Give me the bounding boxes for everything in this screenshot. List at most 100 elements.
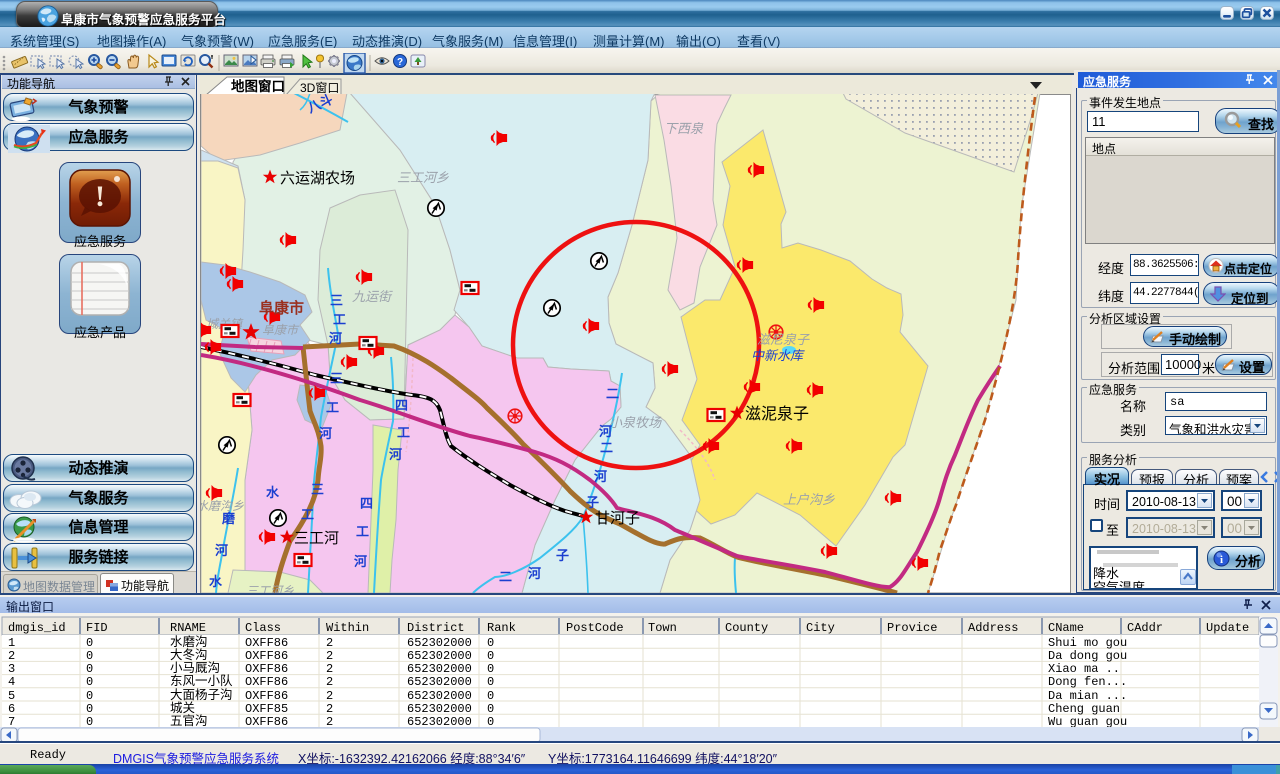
svg-text:水: 水: [266, 485, 280, 500]
svg-text:0: 0: [487, 689, 494, 703]
svg-text:工: 工: [397, 425, 410, 440]
svg-text:三: 三: [330, 371, 343, 386]
svg-text:Address: Address: [968, 621, 1018, 635]
svg-text:工: 工: [356, 524, 369, 539]
svg-text:2: 2: [326, 702, 333, 716]
svg-text:County: County: [725, 621, 768, 635]
svg-text:Dong fen...: Dong fen...: [1048, 675, 1127, 689]
svg-text:河: 河: [215, 543, 228, 558]
svg-text:652302000: 652302000: [407, 636, 472, 650]
svg-text:下西泉: 下西泉: [664, 121, 704, 136]
svg-text:子: 子: [586, 495, 599, 510]
svg-text:0: 0: [487, 649, 494, 663]
svg-text:Wu guan gou: Wu guan gou: [1048, 715, 1127, 729]
svg-text:652302000: 652302000: [407, 649, 472, 663]
svg-text:Provice: Provice: [887, 621, 937, 635]
svg-text:4: 4: [8, 675, 15, 689]
svg-text:地图窗口: 地图窗口: [231, 78, 285, 94]
svg-text:三工河乡: 三工河乡: [397, 170, 449, 185]
svg-text:0: 0: [487, 662, 494, 676]
svg-text:九运街: 九运街: [352, 289, 393, 304]
svg-text:中新水库: 中新水库: [751, 348, 805, 363]
svg-text:三工河乡: 三工河乡: [246, 584, 294, 593]
svg-text:城关: 城关: [170, 701, 195, 715]
svg-text:OXFF86: OXFF86: [245, 649, 288, 663]
svg-text:工: 工: [333, 312, 346, 327]
svg-text:Class: Class: [245, 621, 281, 635]
svg-text:水: 水: [209, 574, 223, 589]
svg-text:上户沟乡: 上户沟乡: [783, 492, 835, 507]
svg-text:0: 0: [86, 662, 93, 676]
svg-text:652302000: 652302000: [407, 702, 472, 716]
svg-text:二: 二: [499, 569, 512, 584]
svg-text:2: 2: [326, 715, 333, 729]
svg-text:3D窗口: 3D窗口: [300, 81, 339, 95]
svg-text:OXFF85: OXFF85: [245, 702, 288, 716]
svg-text:水磨沟: 水磨沟: [170, 635, 208, 649]
svg-text:CName: CName: [1048, 621, 1084, 635]
svg-text:小泉牧场: 小泉牧场: [609, 415, 662, 430]
svg-text:652302000: 652302000: [407, 662, 472, 676]
svg-text:RNAME: RNAME: [170, 621, 206, 635]
svg-text:PostCode: PostCode: [566, 621, 624, 635]
svg-text:0: 0: [86, 636, 93, 650]
svg-text:小马厩沟: 小马厩沟: [170, 661, 220, 675]
svg-text:二: 二: [606, 386, 619, 401]
svg-text:6: 6: [8, 702, 15, 716]
svg-text:Rank: Rank: [487, 621, 516, 635]
svg-text:Da dong gou: Da dong gou: [1048, 649, 1127, 663]
svg-text:2: 2: [8, 649, 15, 663]
svg-text:652302000: 652302000: [407, 675, 472, 689]
svg-text:OXFF86: OXFF86: [245, 675, 288, 689]
svg-text:四: 四: [360, 496, 373, 511]
svg-text:Shui mo gou: Shui mo gou: [1048, 636, 1127, 650]
svg-text:河: 河: [599, 424, 612, 439]
svg-text:河: 河: [319, 426, 332, 441]
svg-text:OXFF86: OXFF86: [245, 662, 288, 676]
svg-text:阜康市: 阜康市: [262, 323, 300, 337]
svg-text:0: 0: [86, 715, 93, 729]
svg-text:工: 工: [326, 400, 339, 415]
svg-text:Town: Town: [648, 621, 677, 635]
svg-text:三: 三: [311, 482, 324, 497]
svg-text:Xiao ma ..: Xiao ma ..: [1048, 662, 1120, 676]
svg-text:0: 0: [86, 675, 93, 689]
svg-text:2: 2: [326, 636, 333, 650]
svg-text:五官沟: 五官沟: [170, 713, 208, 728]
svg-text:5: 5: [8, 689, 15, 703]
svg-text:2: 2: [326, 649, 333, 663]
svg-text:0: 0: [86, 649, 93, 663]
svg-text:滋尼泉子: 滋尼泉子: [757, 332, 810, 347]
svg-text:河: 河: [329, 331, 342, 346]
svg-text:City: City: [806, 621, 835, 635]
svg-text:0: 0: [487, 715, 494, 729]
svg-text:大冬沟: 大冬沟: [170, 647, 208, 662]
svg-text:i: i: [1220, 554, 1223, 566]
svg-text:三: 三: [330, 293, 343, 308]
svg-text:六运湖农场: 六运湖农场: [280, 170, 355, 187]
svg-text:子: 子: [556, 548, 569, 563]
svg-text:652302000: 652302000: [407, 689, 472, 703]
svg-text:OXFF86: OXFF86: [245, 689, 288, 703]
svg-text:河: 河: [594, 469, 607, 484]
svg-text:磨: 磨: [222, 511, 235, 526]
svg-text:dmgis_id: dmgis_id: [8, 621, 66, 635]
svg-text:3: 3: [8, 662, 15, 676]
svg-text:0: 0: [487, 702, 494, 716]
svg-text:东风一小队: 东风一小队: [170, 673, 233, 688]
svg-text:OXFF86: OXFF86: [245, 636, 288, 650]
svg-text:河: 河: [528, 566, 541, 581]
svg-text:河: 河: [354, 554, 367, 569]
svg-text:甘河子: 甘河子: [595, 510, 640, 527]
svg-text:2: 2: [326, 675, 333, 689]
svg-text:7: 7: [8, 715, 15, 729]
svg-text:三工河: 三工河: [294, 530, 339, 547]
svg-text:Cheng guan: Cheng guan: [1048, 702, 1120, 716]
svg-text:OXFF86: OXFF86: [245, 715, 288, 729]
svg-text:Within: Within: [326, 621, 369, 635]
svg-text:0: 0: [86, 702, 93, 716]
svg-text:Update: Update: [1206, 621, 1249, 635]
svg-text:District: District: [407, 621, 465, 635]
svg-text:滋泥泉子: 滋泥泉子: [745, 405, 809, 423]
svg-text:四: 四: [395, 398, 408, 413]
